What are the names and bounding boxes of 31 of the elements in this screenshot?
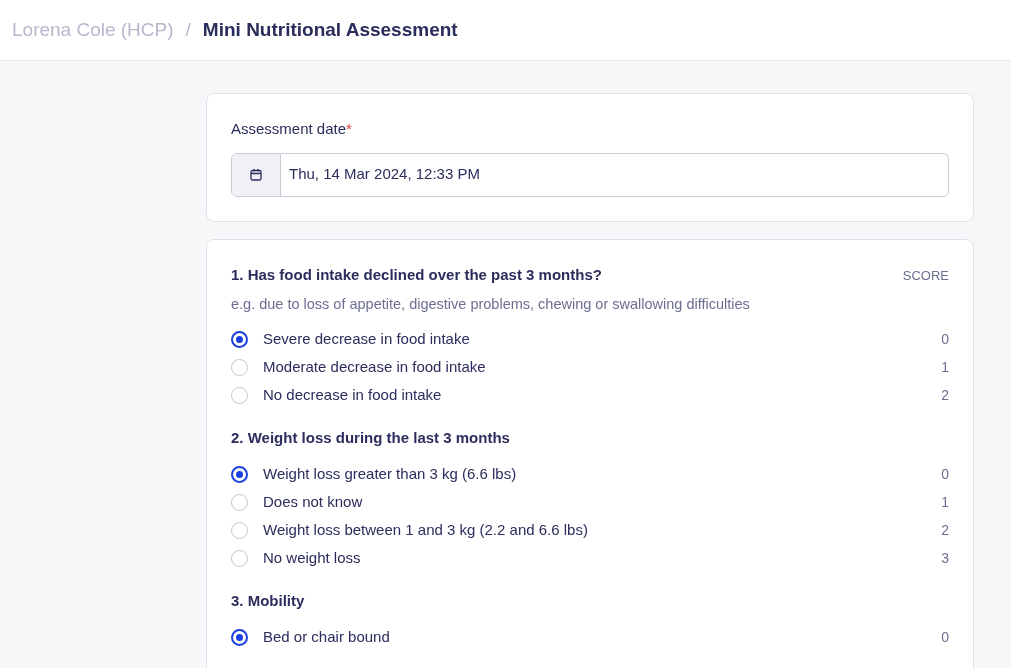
option-label: No decrease in food intake — [263, 385, 443, 405]
field-label: Assessment date* — [231, 119, 353, 139]
radio-button[interactable] — [231, 330, 248, 348]
option-score: 1 — [941, 492, 949, 512]
option-score: 3 — [941, 548, 949, 568]
option-score: 2 — [941, 385, 949, 405]
question-title: 1. Has food intake declined over the past 3 months? — [231, 265, 602, 286]
page-title: Mini Nutritional Assessment — [202, 17, 458, 42]
radio-button[interactable] — [231, 465, 248, 483]
option-label: Weight loss between 1 and 3 kg (2.2 and 6.6 lbs) — [263, 520, 589, 540]
option-label: Weight loss greater than 3 kg (6.6 lbs) — [263, 464, 518, 484]
breadcrumb-separator: / — [184, 17, 192, 42]
question-hint: e.g. due to loss of appetite, digestive problems, chewing or swallowing difficulties — [231, 294, 751, 314]
option-label: Does not know — [263, 492, 364, 512]
calendar-icon — [249, 167, 263, 182]
date-value: Thu, 14 Mar 2024, 12:33 PM — [288, 164, 481, 185]
option-score: 0 — [941, 464, 949, 484]
option-score: 2 — [941, 520, 949, 540]
question-title: 3. Mobility — [231, 591, 305, 611]
option-score: 0 — [941, 627, 949, 647]
question-title: 2. Weight loss during the last 3 months — [231, 428, 510, 448]
score-header: SCORE — [902, 266, 949, 285]
option-label: Bed or chair bound — [263, 627, 391, 647]
calendar-button[interactable] — [232, 153, 281, 196]
date-field[interactable]: Thu, 14 Mar 2024, 12:33 PM — [231, 152, 949, 197]
radio-button[interactable] — [231, 628, 248, 646]
option-label: Moderate decrease in food intake — [263, 357, 487, 377]
option-score: 0 — [941, 329, 949, 349]
option-score: 1 — [941, 357, 949, 377]
option-label: Severe decrease in food intake — [263, 329, 471, 349]
option-label: No weight loss — [263, 548, 362, 568]
